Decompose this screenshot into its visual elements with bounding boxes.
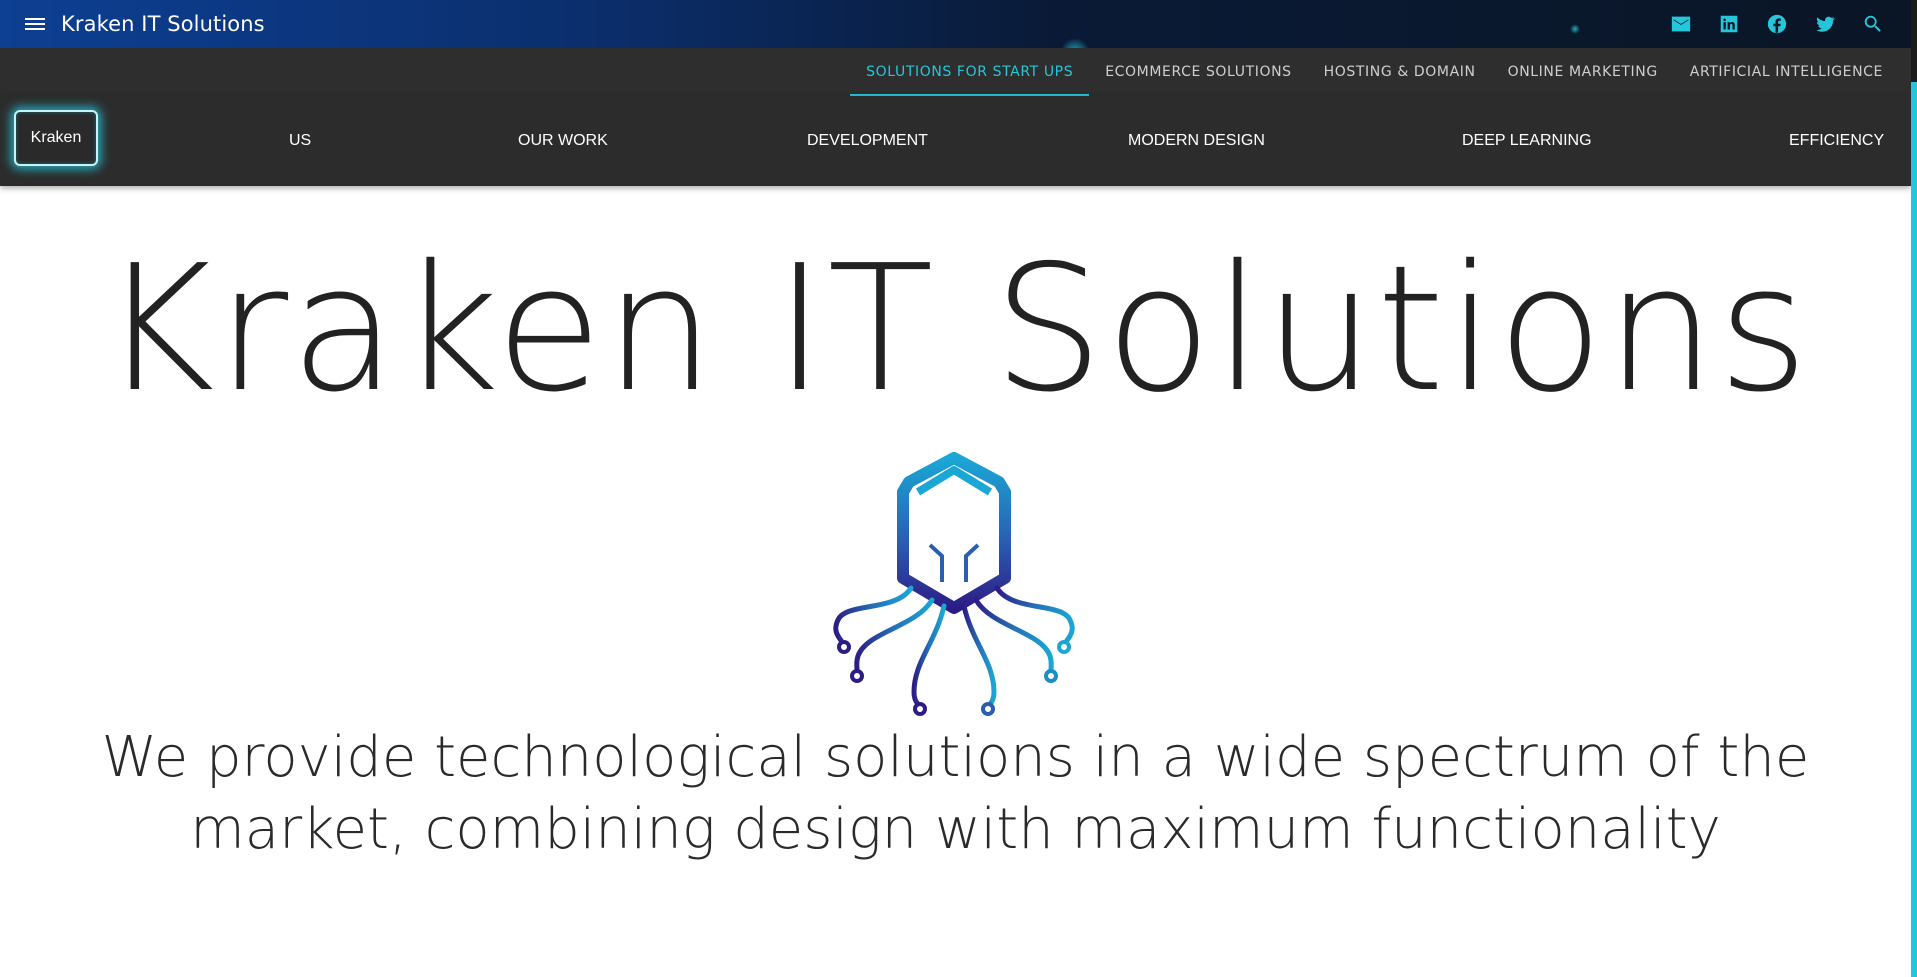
facebook-icon[interactable]	[1764, 12, 1789, 37]
nav-item-development[interactable]: DEVELOPMENT	[807, 96, 928, 186]
nav-item-efficiency[interactable]: EFFICIENCY	[1789, 96, 1884, 186]
scrollbar-thumb[interactable]	[1911, 0, 1917, 82]
nav-item-us[interactable]: US	[289, 96, 311, 186]
brand-button[interactable]: Kraken	[14, 110, 98, 166]
hero-title: Kraken IT Solutions	[100, 228, 1811, 431]
search-icon[interactable]	[1860, 12, 1885, 37]
linkedin-icon[interactable]	[1716, 12, 1741, 37]
tab-ecommerce-solutions[interactable]: ECOMMERCE SOLUTIONS	[1089, 48, 1307, 96]
nav-item-modern-design[interactable]: MODERN DESIGN	[1128, 96, 1265, 186]
decorative-glow	[1570, 24, 1580, 34]
decorative-glow	[1060, 38, 1090, 48]
mail-icon[interactable]	[1668, 12, 1693, 37]
nav-item-deep-learning[interactable]: DEEP LEARNING	[1462, 96, 1592, 186]
top-app-bar: Kraken IT Solutions	[0, 0, 1917, 48]
category-tab-bar: SOLUTIONS FOR START UPS ECOMMERCE SOLUTI…	[0, 48, 1911, 96]
nav-item-our-work[interactable]: OUR WORK	[518, 96, 608, 186]
tab-artificial-intelligence[interactable]: ARTIFICIAL INTELLIGENCE	[1674, 48, 1899, 96]
social-icons	[1668, 0, 1885, 48]
tab-hosting-domain[interactable]: HOSTING & DOMAIN	[1308, 48, 1492, 96]
tab-solutions-for-start-ups[interactable]: SOLUTIONS FOR START UPS	[850, 48, 1090, 96]
hero-tagline: We provide technological solutions in a …	[101, 725, 1810, 862]
kraken-logo-icon	[833, 452, 1075, 716]
tab-online-marketing[interactable]: ONLINE MARKETING	[1492, 48, 1674, 96]
app-title[interactable]: Kraken IT Solutions	[61, 12, 265, 36]
twitter-icon[interactable]	[1812, 12, 1837, 37]
menu-icon[interactable]	[25, 12, 49, 36]
main-nav-bar: Kraken US OUR WORK DEVELOPMENT MODERN DE…	[0, 96, 1911, 186]
page-scrollbar[interactable]	[1911, 0, 1917, 977]
